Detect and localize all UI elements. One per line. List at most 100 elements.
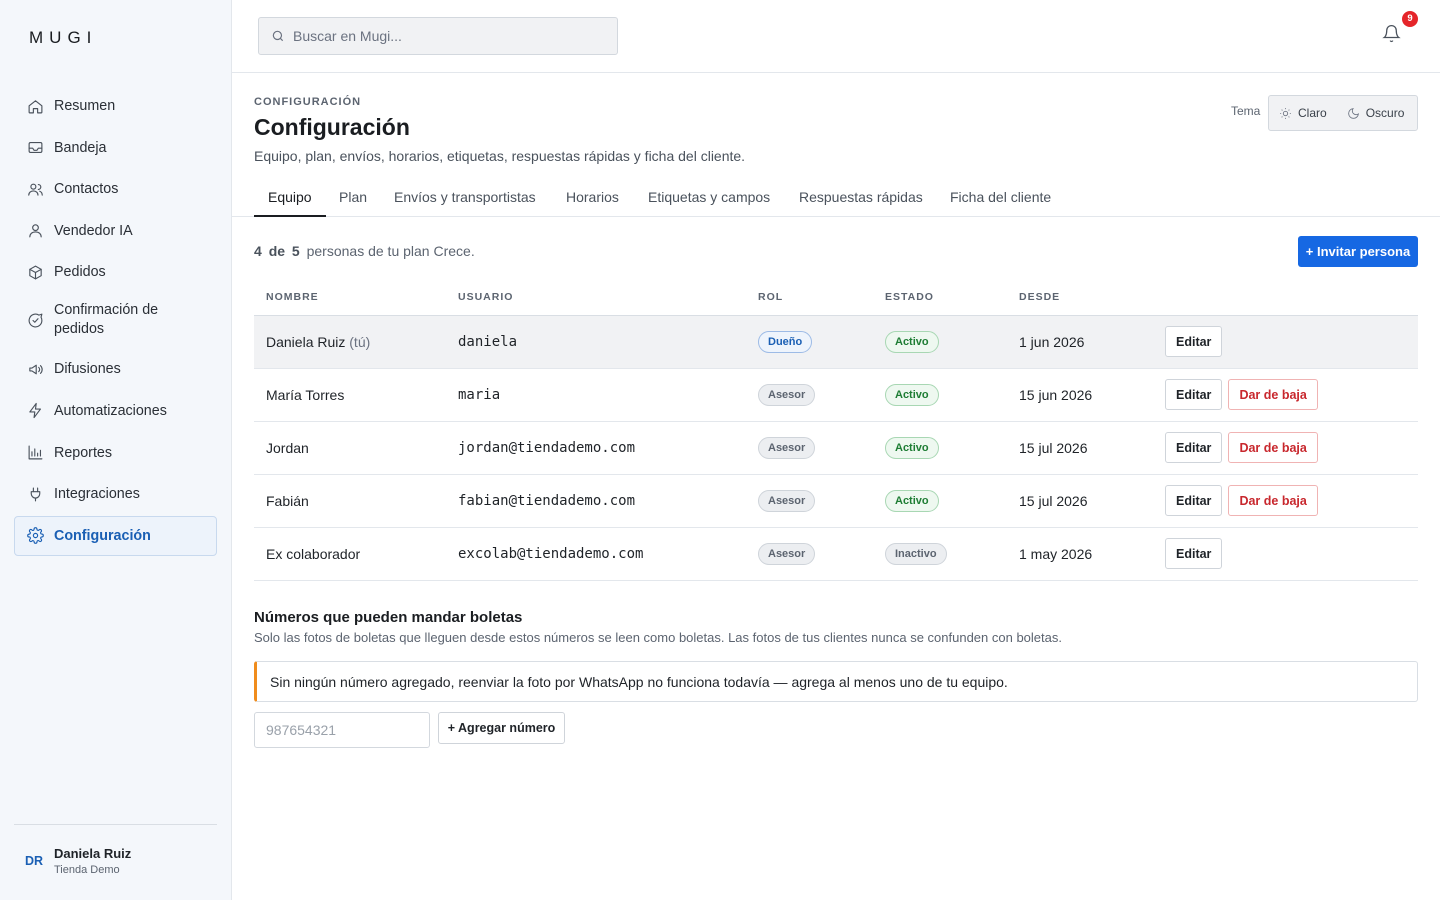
- chat-check-icon: [26, 311, 44, 329]
- team-quota: 4 de 5 personas de tu plan Crece.: [254, 243, 475, 259]
- sidebar-item-label: Vendedor IA: [54, 222, 133, 239]
- sidebar-item-label: Configuración: [54, 527, 151, 544]
- member-since: 15 jul 2026: [1007, 474, 1153, 528]
- app-logo[interactable]: MUGI: [29, 28, 97, 48]
- sidebar-item-reportes[interactable]: Reportes: [14, 433, 217, 473]
- notification-badge: 9: [1402, 11, 1418, 27]
- status-badge: Inactivo: [885, 542, 947, 565]
- member-name: Daniela Ruiz: [266, 333, 346, 350]
- quota-used: 4: [254, 243, 262, 259]
- moon-icon: [1347, 107, 1359, 119]
- role-badge: Asesor: [758, 489, 816, 512]
- breadcrumb: CONFIGURACIÓN: [254, 96, 362, 108]
- sidebar-item-difusiones[interactable]: Difusiones: [14, 349, 217, 389]
- sidebar: MUGI Resumen Bandeja Contactos Vendedor …: [0, 0, 232, 900]
- sidebar-item-label: Contactos: [54, 181, 119, 198]
- member-name-cell: Daniela Ruiz (tú): [254, 315, 446, 369]
- theme-switch: Claro Oscuro: [1268, 95, 1418, 131]
- column-header-estado: ESTADO: [873, 280, 1007, 316]
- sidebar-item-label: Difusiones: [54, 361, 121, 378]
- page-subtitle: Equipo, plan, envíos, horarios, etiqueta…: [254, 148, 746, 164]
- phone-number-input[interactable]: [254, 712, 430, 748]
- add-number-button[interactable]: + Agregar número: [438, 712, 565, 744]
- tab-envios[interactable]: Envíos y transportistas: [394, 178, 536, 217]
- sidebar-item-resumen[interactable]: Resumen: [14, 86, 217, 126]
- sidebar-item-confirmacion-pedidos[interactable]: Confirmación de pedidos: [14, 294, 217, 346]
- role-badge: Dueño: [758, 330, 813, 353]
- tab-plan[interactable]: Plan: [339, 178, 367, 217]
- member-status-cell: Activo: [873, 474, 1007, 528]
- member-role-cell: Asesor: [746, 368, 873, 422]
- theme-dark-option[interactable]: Oscuro: [1347, 106, 1405, 120]
- member-status-cell: Inactivo: [873, 527, 1007, 581]
- member-name: Fabián: [254, 474, 446, 528]
- table-row: Jordan jordan@tiendademo.com Asesor Acti…: [254, 421, 1418, 475]
- tab-etiquetas[interactable]: Etiquetas y campos: [648, 178, 770, 217]
- theme-dark-label: Oscuro: [1365, 106, 1405, 120]
- theme-light-option[interactable]: Claro: [1279, 106, 1327, 120]
- gear-icon: [26, 527, 44, 545]
- member-actions: Editar: [1153, 315, 1418, 369]
- member-name: Ex colaborador: [254, 527, 446, 581]
- edit-button[interactable]: Editar: [1165, 379, 1223, 410]
- column-header-actions: [1153, 280, 1418, 316]
- user-profile[interactable]: DR Daniela Ruiz Tienda Demo: [14, 836, 217, 886]
- sidebar-item-integraciones[interactable]: Integraciones: [14, 474, 217, 514]
- search-box[interactable]: [258, 17, 618, 55]
- column-header-usuario: USUARIO: [446, 280, 746, 316]
- tab-ficha-cliente[interactable]: Ficha del cliente: [950, 178, 1051, 217]
- member-since: 1 jun 2026: [1007, 315, 1153, 369]
- deactivate-button[interactable]: Dar de baja: [1228, 432, 1318, 463]
- member-since: 1 may 2026: [1007, 527, 1153, 581]
- user-name: Daniela Ruiz: [54, 846, 132, 861]
- bolt-icon: [26, 402, 44, 420]
- member-status-cell: Activo: [873, 421, 1007, 475]
- store-name: Tienda Demo: [54, 864, 120, 876]
- bell-icon: [1382, 25, 1401, 43]
- member-status-cell: Activo: [873, 368, 1007, 422]
- member-role-cell: Asesor: [746, 474, 873, 528]
- deactivate-button[interactable]: Dar de baja: [1228, 379, 1318, 410]
- status-badge: Activo: [885, 383, 939, 406]
- edit-button[interactable]: Editar: [1165, 538, 1223, 569]
- sidebar-item-bandeja[interactable]: Bandeja: [14, 128, 217, 168]
- member-name: Jordan: [254, 421, 446, 475]
- sidebar-item-label: Automatizaciones: [54, 402, 167, 419]
- edit-button[interactable]: Editar: [1165, 326, 1223, 357]
- home-icon: [26, 97, 44, 115]
- bar-chart-icon: [26, 444, 44, 462]
- sidebar-item-configuracion[interactable]: Configuración: [14, 515, 217, 556]
- quota-of: de: [268, 243, 286, 259]
- deactivate-button[interactable]: Dar de baja: [1228, 485, 1318, 516]
- sidebar-divider: [14, 824, 217, 825]
- team-table: NOMBRE USUARIO ROL ESTADO DESDE Daniela …: [254, 280, 1418, 581]
- theme-light-label: Claro: [1298, 106, 1327, 120]
- tab-respuestas-rapidas[interactable]: Respuestas rápidas: [799, 178, 923, 217]
- tab-horarios[interactable]: Horarios: [566, 178, 619, 217]
- search-input[interactable]: [293, 28, 593, 44]
- role-badge: Asesor: [758, 542, 816, 565]
- quota-total: 5: [291, 243, 300, 259]
- member-name: María Torres: [254, 368, 446, 422]
- member-actions: Editar Dar de baja: [1153, 421, 1418, 475]
- tab-equipo[interactable]: Equipo: [254, 178, 326, 217]
- edit-button[interactable]: Editar: [1165, 485, 1223, 516]
- you-tag: (tú): [349, 333, 371, 350]
- sidebar-item-contactos[interactable]: Contactos: [14, 169, 217, 209]
- megaphone-icon: [26, 360, 44, 378]
- sidebar-item-pedidos[interactable]: Pedidos: [14, 252, 217, 292]
- invite-person-button[interactable]: + Invitar persona: [1298, 236, 1418, 267]
- status-badge: Activo: [885, 330, 939, 353]
- boletas-section-subtitle: Solo las fotos de boletas que lleguen de…: [254, 630, 1062, 645]
- theme-label: Tema: [1231, 104, 1261, 118]
- member-username: fabian@tiendademo.com: [446, 474, 746, 528]
- table-header-row: NOMBRE USUARIO ROL ESTADO DESDE: [254, 280, 1418, 316]
- user-icon: [26, 222, 44, 240]
- sidebar-item-automatizaciones[interactable]: Automatizaciones: [14, 391, 217, 431]
- member-actions: Editar Dar de baja: [1153, 368, 1418, 422]
- edit-button[interactable]: Editar: [1165, 432, 1223, 463]
- notifications-button[interactable]: [1382, 24, 1404, 48]
- sidebar-item-vendedor-ia[interactable]: Vendedor IA: [14, 211, 217, 251]
- member-role-cell: Asesor: [746, 421, 873, 475]
- plug-icon: [26, 485, 44, 503]
